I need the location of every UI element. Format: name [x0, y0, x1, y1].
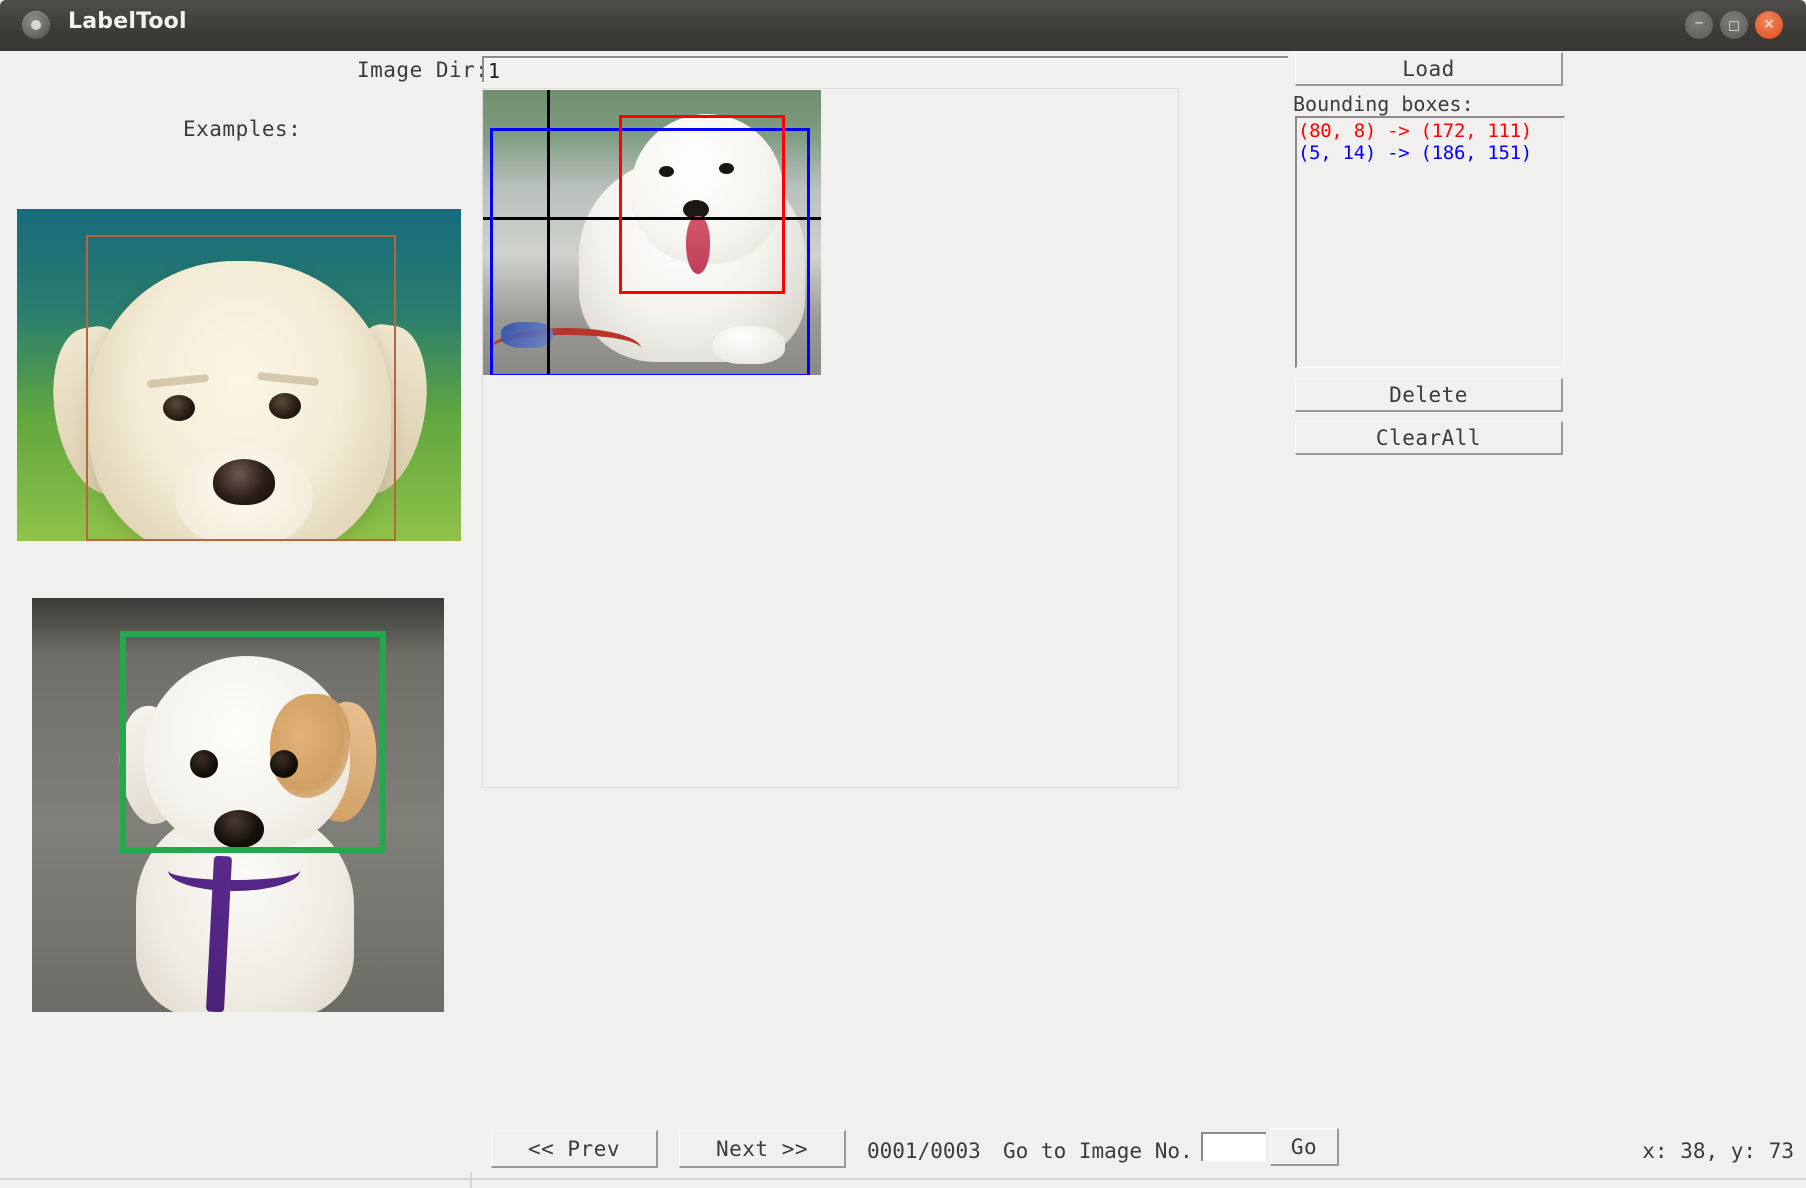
bounding-boxes-label: Bounding boxes:: [1293, 92, 1474, 116]
cursor-coordinates: x: 38, y: 73: [1642, 1139, 1794, 1163]
app-circle-icon: [22, 11, 50, 39]
close-button[interactable]: ✕: [1755, 11, 1783, 39]
example-image-2: [32, 598, 444, 1012]
list-item[interactable]: (80, 8) -> (172, 111): [1298, 120, 1564, 142]
bottom-left-divider: [470, 1172, 472, 1188]
page-counter: 0001/0003: [867, 1139, 981, 1163]
minimize-button[interactable]: –: [1685, 11, 1713, 39]
canvas-image[interactable]: [483, 90, 821, 375]
canvas-bounding-box-red[interactable]: [619, 115, 785, 294]
minimize-icon: –: [1694, 12, 1704, 33]
window-title: LabelTool: [68, 9, 187, 34]
goto-image-label: Go to Image No.: [1003, 1139, 1193, 1163]
maximize-button[interactable]: ◻: [1720, 11, 1748, 39]
load-button[interactable]: Load: [1295, 52, 1563, 86]
image-dir-input[interactable]: [482, 56, 1288, 82]
title-bar: LabelTool – ◻ ✕: [0, 0, 1806, 51]
example2-bounding-box: [120, 631, 386, 853]
example1-bounding-box: [86, 235, 396, 541]
prev-button[interactable]: << Prev: [491, 1130, 658, 1168]
examples-label: Examples:: [183, 117, 302, 141]
bounding-boxes-listbox[interactable]: (80, 8) -> (172, 111) (5, 14) -> (186, 1…: [1295, 116, 1565, 368]
bottom-divider: [0, 1178, 1806, 1180]
image-dir-label: Image Dir:: [357, 58, 489, 82]
maximize-icon: ◻: [1727, 15, 1741, 34]
close-icon: ✕: [1763, 17, 1775, 33]
go-button[interactable]: Go: [1270, 1128, 1339, 1166]
delete-button[interactable]: Delete: [1295, 378, 1563, 412]
clear-all-button[interactable]: ClearAll: [1295, 421, 1563, 455]
list-item[interactable]: (5, 14) -> (186, 151): [1298, 142, 1564, 164]
next-button[interactable]: Next >>: [679, 1130, 846, 1168]
example2-dog-collar: [168, 850, 300, 891]
goto-image-input[interactable]: [1201, 1132, 1266, 1161]
example-image-1: [17, 209, 461, 541]
